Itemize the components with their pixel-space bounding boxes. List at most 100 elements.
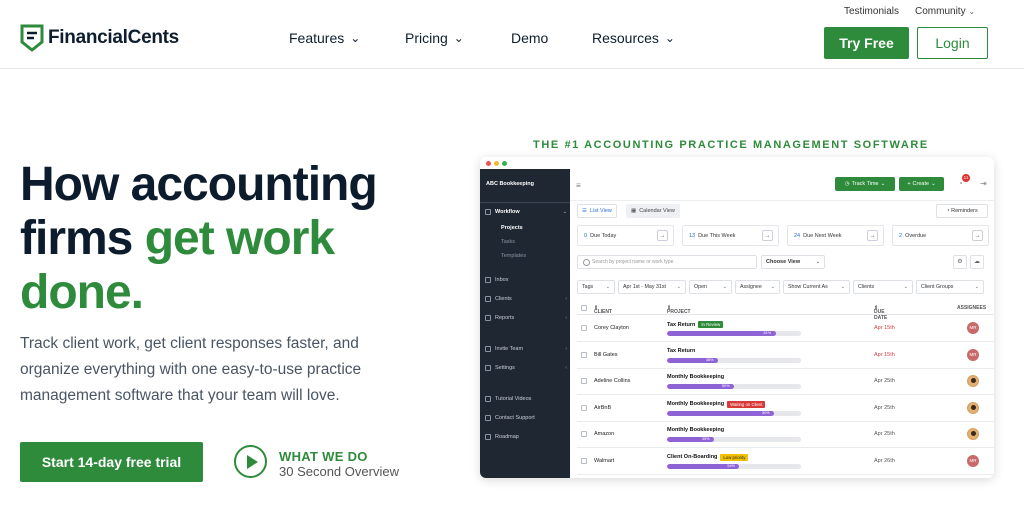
stat-due-next-week[interactable]: 24 Due Next Week → [787, 225, 884, 246]
list-icon: ☰ [582, 208, 587, 214]
track-time-button[interactable]: ◷ Track Time ⌄ [835, 177, 895, 191]
sidebar-item-clients[interactable]: Clients ‹ [485, 296, 567, 302]
table-row[interactable]: Adeline Collins Monthly Bookkeeping 50% Apr… [577, 368, 994, 395]
stat-number: 2 [899, 232, 903, 239]
stat-due-today[interactable]: 0 Due Today → [577, 225, 674, 246]
cloud-download-icon[interactable]: ☁ [970, 255, 984, 269]
filter-status[interactable]: Open ⌄ [689, 280, 732, 294]
create-button[interactable]: + Create ⌄ [899, 177, 944, 191]
filter-label: Clients [858, 284, 875, 290]
project-name[interactable]: Tax Return In Review [667, 321, 724, 328]
avatar[interactable]: MR [967, 322, 979, 334]
sidebar-sub-templates[interactable]: Templates [501, 253, 526, 259]
column-client[interactable]: CLIENT ⇕ [594, 305, 612, 315]
row-checkbox[interactable] [581, 457, 587, 464]
row-checkbox[interactable] [581, 431, 587, 437]
settings-gear-icon[interactable]: ⚙ [953, 255, 967, 269]
hamburger-icon[interactable]: ≡ [576, 181, 581, 190]
client-name[interactable]: AirBnB [594, 405, 611, 411]
column-due-date[interactable]: DUE DATE ⇕ [874, 305, 887, 321]
select-all-checkbox[interactable] [581, 305, 587, 311]
arrow-right-icon[interactable]: → [762, 230, 773, 241]
nav-resources[interactable]: Resources ⌄ [592, 30, 675, 46]
arrow-right-icon[interactable]: → [972, 230, 983, 241]
nav-pricing[interactable]: Pricing ⌄ [405, 30, 464, 46]
table-row[interactable]: Walmart Client On-Boarding Low priority 54%… [577, 448, 994, 475]
video-subtitle[interactable]: 30 Second Overview [279, 464, 399, 479]
stat-label: Due Next Week [803, 232, 842, 239]
row-checkbox[interactable] [581, 351, 587, 358]
client-name[interactable]: Amazon [594, 431, 614, 437]
project-name[interactable]: Monthly Bookkeeping [667, 374, 724, 380]
table-row[interactable]: Corey Clayton Tax Return In Review 81% Apr 1… [577, 315, 994, 342]
chevron-down-icon: ⌄ [880, 181, 886, 187]
sidebar-item-reports[interactable]: Reports ‹ [485, 315, 567, 321]
client-name[interactable]: Adeline Collins [594, 378, 630, 384]
company-name[interactable]: ABC Bookkeeping [486, 181, 534, 187]
stat-overdue[interactable]: 2 Overdue → [892, 225, 989, 246]
stat-due-this-week[interactable]: 13 Due This Week → [682, 225, 779, 246]
filter-date-range[interactable]: Apr 1st - May 31st ⌄ [618, 280, 686, 294]
chevron-down-icon: ⌄ [770, 284, 775, 290]
reminders-button[interactable]: ◔ Reminders [936, 204, 988, 218]
tab-list-view[interactable]: ☰ List View [577, 204, 617, 218]
chevron-down-icon: ⌄ [968, 7, 976, 16]
sidebar-item-invite-team[interactable]: Invite Team ‹ [485, 346, 567, 352]
avatar[interactable] [967, 401, 979, 414]
sidebar-item-roadmap[interactable]: Roadmap [485, 434, 567, 440]
sidebar-sub-tasks[interactable]: Tasks [501, 239, 515, 245]
filter-client-groups[interactable]: Client Groups ⌄ [916, 280, 984, 294]
sidebar-item-tutorial-videos[interactable]: Tutorial Videos [485, 396, 567, 402]
row-checkbox[interactable] [581, 404, 587, 411]
login-button[interactable]: Login [917, 27, 988, 59]
sidebar-item-workflow[interactable]: Workflow ⌄ [485, 209, 567, 215]
filter-assignee[interactable]: Assignee ⌄ [735, 280, 780, 294]
logout-icon[interactable]: ⇥ [980, 179, 987, 188]
table-row[interactable]: Bill Gates Tax Return 38% Apr 15th MR [577, 342, 994, 369]
filter-label: Show Current As [788, 284, 828, 290]
play-video-icon[interactable] [234, 445, 267, 478]
row-checkbox[interactable] [581, 378, 587, 384]
avatar[interactable]: MR [967, 348, 979, 361]
start-trial-button[interactable]: Start 14-day free trial [20, 442, 203, 482]
nav-label: Resources [592, 30, 659, 46]
due-date: Apr 25th [874, 404, 895, 411]
project-name[interactable]: Monthly Bookkeeping Waiting on Client [667, 400, 766, 408]
row-checkbox[interactable] [581, 325, 587, 331]
project-search-input[interactable]: Search by project name or work type [577, 255, 757, 269]
filter-show-current-as[interactable]: Show Current As ⌄ [783, 280, 850, 294]
brand-logo[interactable]: FinancialCents [20, 24, 179, 52]
sidebar-sub-projects[interactable]: Projects [501, 225, 523, 231]
table-row[interactable]: Amazon Monthly Bookkeeping 35% Apr 25th [577, 421, 994, 448]
filter-tags[interactable]: Tags ⌄ [577, 280, 615, 294]
sidebar-item-contact-support[interactable]: Contact Support [485, 415, 567, 421]
sidebar-item-inbox[interactable]: Inbox [485, 277, 567, 283]
nav-label: Features [289, 30, 345, 46]
client-name[interactable]: Walmart [594, 458, 614, 464]
avatar[interactable] [967, 428, 979, 440]
testimonials-link[interactable]: Testimonials [844, 6, 899, 17]
arrow-right-icon[interactable]: → [867, 230, 878, 241]
avatar[interactable]: MR [967, 454, 979, 467]
try-free-button[interactable]: Try Free [824, 27, 909, 59]
avatar[interactable] [967, 375, 979, 387]
client-name[interactable]: Corey Clayton [594, 325, 629, 331]
project-name[interactable]: Client On-Boarding Low priority [667, 453, 749, 461]
choose-view-select[interactable]: Choose View ⌄ [761, 255, 825, 269]
arrow-right-icon[interactable]: → [657, 230, 668, 241]
column-project[interactable]: PROJECT ⇕ [667, 305, 691, 315]
sidebar-label: Clients [495, 296, 512, 302]
project-name[interactable]: Tax Return [667, 348, 695, 354]
client-name[interactable]: Bill Gates [594, 352, 618, 358]
video-title[interactable]: WHAT WE DO [279, 449, 368, 464]
stat-label: Due Today [590, 232, 617, 239]
nav-features[interactable]: Features ⌄ [289, 30, 360, 46]
community-link[interactable]: Community ⌄ [915, 6, 975, 17]
sidebar-item-settings[interactable]: Settings ‹ [485, 365, 567, 371]
table-row[interactable]: AirBnB Monthly Bookkeeping Waiting on Clie… [577, 395, 994, 422]
nav-demo[interactable]: Demo [511, 30, 548, 46]
tab-calendar-view[interactable]: ▦ Calendar View [626, 204, 680, 218]
project-name[interactable]: Monthly Bookkeeping [667, 427, 724, 433]
filter-clients[interactable]: Clients ⌄ [853, 280, 913, 294]
stat-label: Overdue [905, 232, 927, 239]
